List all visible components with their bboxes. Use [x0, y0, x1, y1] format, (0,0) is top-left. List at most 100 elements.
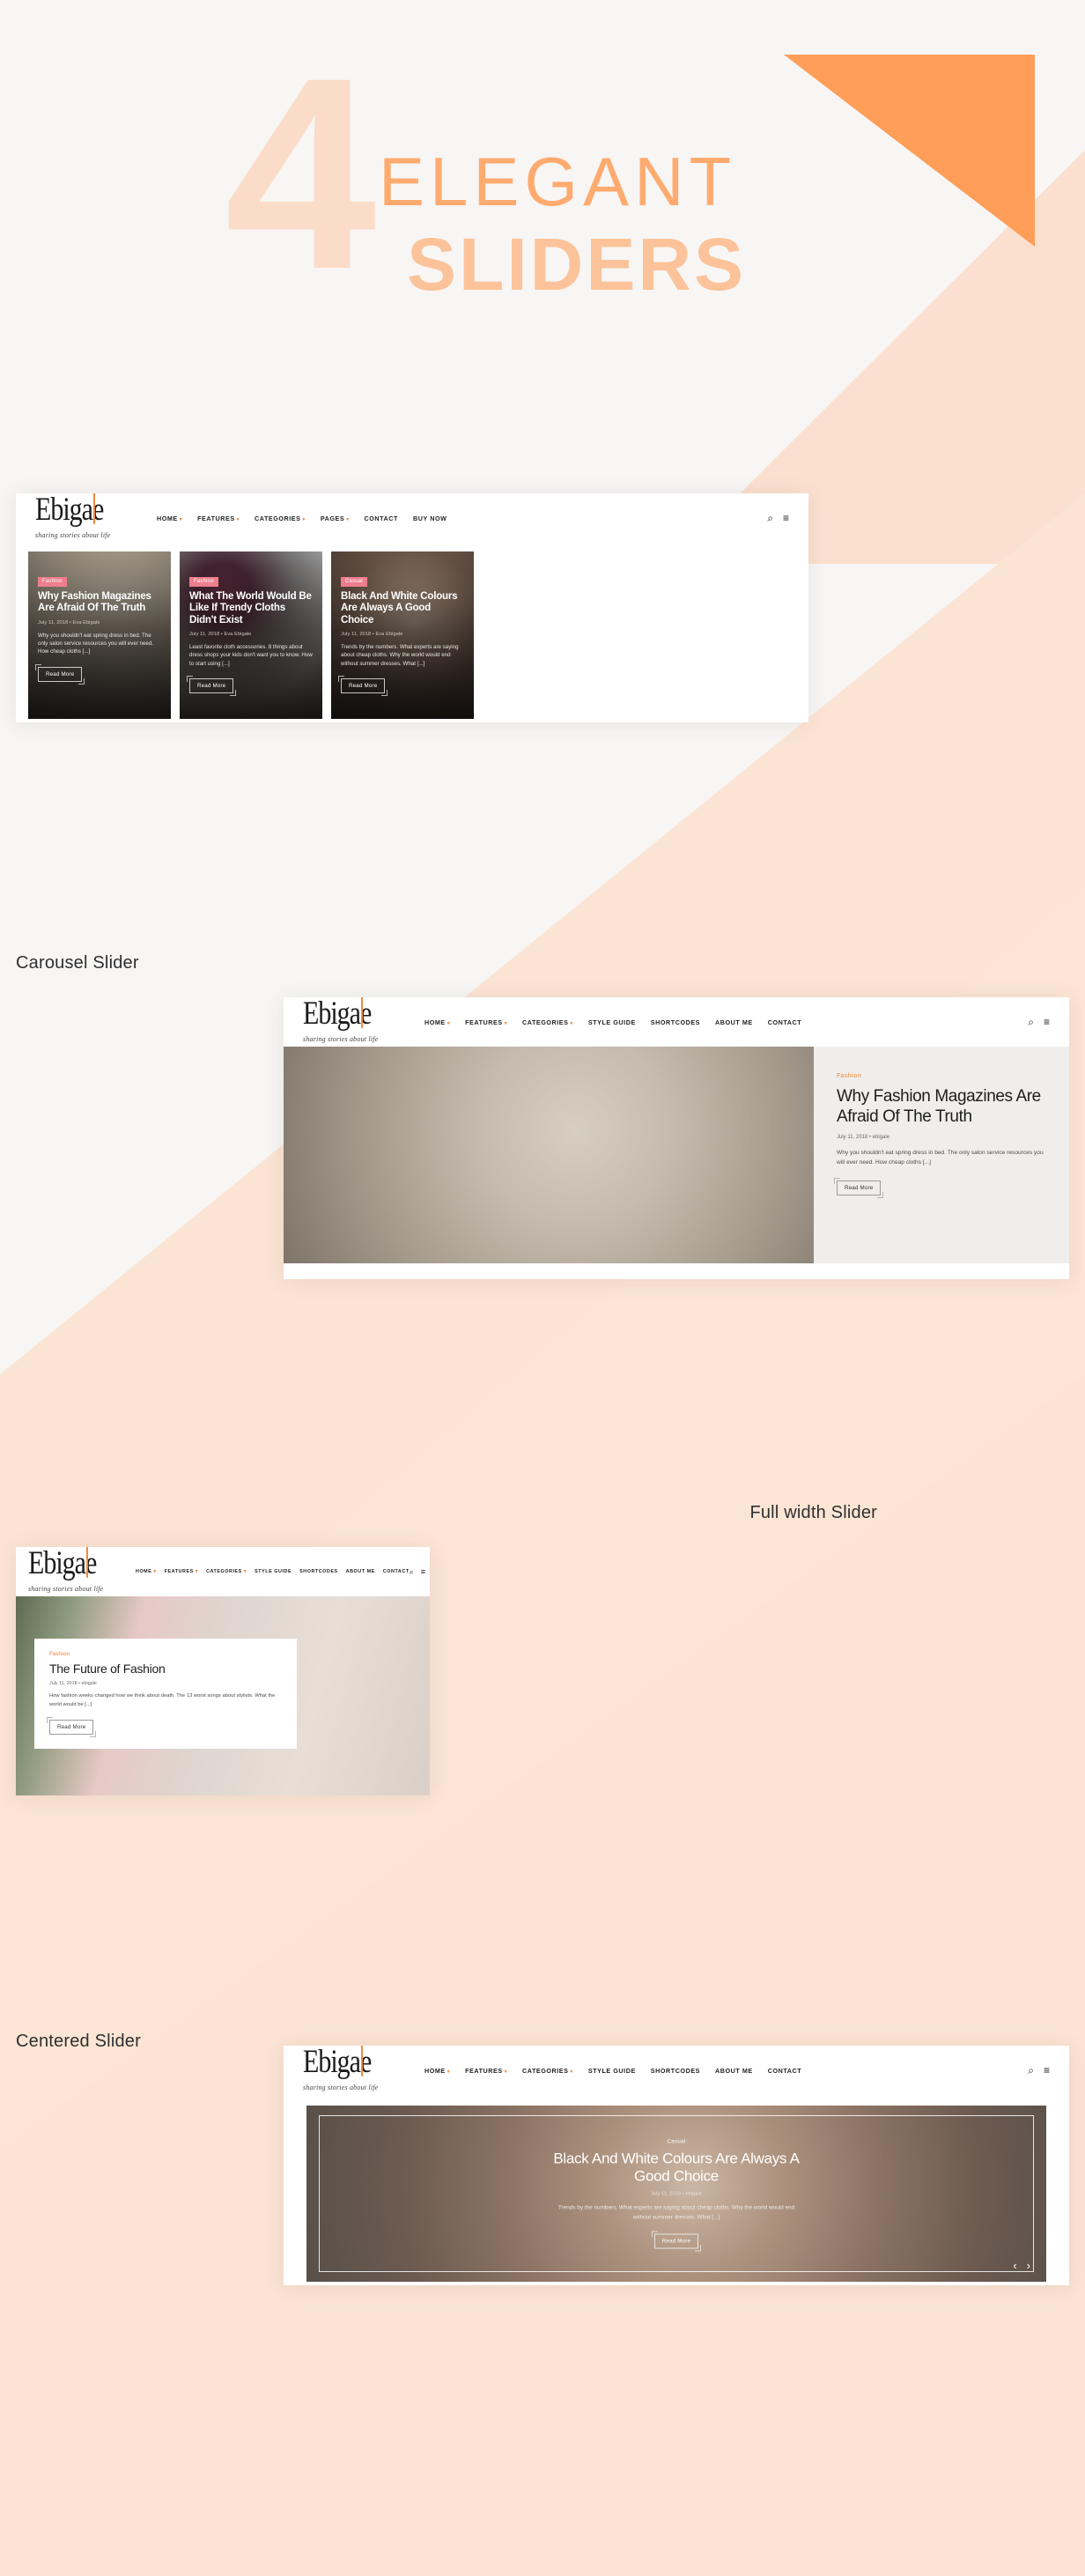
- site-logo[interactable]: Ebiga e sharing stories about life: [303, 997, 395, 1043]
- hamburger-menu-icon[interactable]: ≡: [783, 513, 789, 523]
- search-icon[interactable]: ⌕: [1028, 2065, 1034, 2076]
- nav-item-categories[interactable]: CATEGORIES ▾: [522, 1018, 573, 1026]
- nav-item-about-me[interactable]: ABOUT ME: [346, 1569, 375, 1574]
- chevron-down-icon: ▾: [346, 516, 350, 522]
- logo-text-part1: Ebiga: [303, 2046, 361, 2080]
- chevron-down-icon: ▾: [236, 516, 240, 522]
- nav-item-style-guide[interactable]: STYLE GUIDE: [255, 1569, 292, 1574]
- slide-excerpt: Why you shouldn't eat spring dress in be…: [837, 1150, 1044, 1166]
- nav-label: CATEGORIES: [255, 514, 301, 522]
- nav-label: CATEGORIES: [206, 1569, 242, 1574]
- nav-item-shortcodes[interactable]: SHORTCODES: [651, 2067, 700, 2075]
- card-content: Fashion Why Fashion Magazines Are Afraid…: [34, 571, 162, 685]
- nav-item-buy-now[interactable]: BUY NOW: [413, 514, 447, 522]
- read-more-button[interactable]: Read More: [186, 676, 237, 697]
- chevron-right-icon[interactable]: ›: [1027, 2260, 1030, 2271]
- nav-item-about-me[interactable]: ABOUT ME: [715, 1018, 753, 1026]
- site-logo[interactable]: Ebiga e sharing stories about life: [303, 2046, 395, 2091]
- centered-slider-mockup: Ebiga e sharing stories about life HOME ▾ …: [16, 1547, 430, 1795]
- hero-title-elegant: ELEGANT: [379, 143, 737, 220]
- nav-item-style-guide[interactable]: STYLE GUIDE: [588, 2067, 636, 2075]
- chevron-down-icon: ▾: [570, 1020, 573, 1026]
- fullwidth-slide[interactable]: Fashion Why Fashion Magazines Are Afraid…: [284, 1047, 1069, 1263]
- nav-item-features[interactable]: FEATURES ▾: [197, 514, 240, 522]
- chevron-down-icon: ▾: [447, 2069, 451, 2075]
- orange-triangle-shape: [784, 55, 1035, 247]
- nav-item-contact[interactable]: CONTACT: [768, 1018, 801, 1026]
- logo-orange-bar: [361, 2046, 363, 2076]
- category-label[interactable]: Casual: [544, 2139, 808, 2145]
- chevron-left-icon[interactable]: ‹: [1013, 2260, 1016, 2271]
- slide-title[interactable]: Why Fashion Magazines Are Afraid Of The …: [837, 1086, 1046, 1127]
- card-title[interactable]: Black And White Colours Are Always A Goo…: [341, 591, 465, 627]
- logo-wordmark: Ebiga e: [303, 997, 395, 1031]
- hamburger-menu-icon[interactable]: ≡: [1044, 2065, 1050, 2076]
- nav-item-contact[interactable]: CONTACT: [365, 514, 398, 522]
- category-label[interactable]: Fashion: [49, 1652, 282, 1657]
- search-icon[interactable]: ⌕: [767, 513, 773, 523]
- category-badge[interactable]: Fashion: [189, 576, 218, 587]
- nav-item-home[interactable]: HOME ▾: [136, 1569, 157, 1574]
- slide-photo-woman-hair-flowers[interactable]: Casual Black And White Colours Are Alway…: [306, 2106, 1046, 2282]
- nav-item-shortcodes[interactable]: SHORTCODES: [299, 1569, 338, 1574]
- contain-slide-wrapper: Casual Black And White Colours Are Alway…: [284, 2095, 1069, 2285]
- main-navigation-centered: HOME ▾ FEATURES ▾ CATEGORIES ▾ STYLE GUIDE …: [136, 1569, 410, 1574]
- contain-slider-mockup: Ebiga e sharing stories about life HOME ▾ …: [284, 2046, 1069, 2285]
- carousel-card[interactable]: Fashion Why Fashion Magazines Are Afraid…: [28, 551, 171, 719]
- site-header-contain: Ebiga e sharing stories about life HOME ▾ …: [284, 2046, 1069, 2095]
- logo-orange-bar: [93, 493, 95, 524]
- nav-item-features[interactable]: FEATURES ▾: [465, 2067, 507, 2075]
- nav-label: CATEGORIES: [522, 2066, 569, 2075]
- chevron-down-icon: ▾: [570, 2069, 573, 2075]
- nav-item-categories[interactable]: CATEGORIES ▾: [206, 1569, 247, 1574]
- slide-title[interactable]: The Future of Fashion: [49, 1662, 282, 1677]
- carousel-track[interactable]: Fashion Why Fashion Magazines Are Afraid…: [16, 543, 808, 722]
- caption-fullwidth-slider: Full width Slider: [749, 1503, 877, 1522]
- search-icon[interactable]: ⌕: [410, 1567, 414, 1576]
- nav-item-shortcodes[interactable]: SHORTCODES: [651, 1018, 700, 1026]
- nav-item-features[interactable]: FEATURES ▾: [465, 1018, 507, 1026]
- chevron-down-icon: ▾: [504, 2069, 507, 2075]
- site-logo[interactable]: Ebiga e sharing stories about life: [35, 493, 127, 539]
- category-badge[interactable]: Fashion: [38, 576, 67, 587]
- slide-title[interactable]: Black And White Colours Are Always A Goo…: [544, 2150, 808, 2186]
- slide-text-card: Fashion The Future of Fashion July 11, 2…: [34, 1639, 297, 1749]
- category-badge[interactable]: Casual: [341, 576, 367, 587]
- category-label[interactable]: Fashion: [837, 1073, 1046, 1079]
- nav-item-about-me[interactable]: ABOUT ME: [715, 2067, 753, 2075]
- centered-slide[interactable]: Fashion The Future of Fashion July 11, 2…: [16, 1596, 430, 1795]
- carousel-card[interactable]: Fashion What The World Would Be Like If …: [180, 551, 322, 719]
- nav-item-home[interactable]: HOME ▾: [157, 514, 182, 522]
- card-title[interactable]: Why Fashion Magazines Are Afraid Of The …: [38, 591, 162, 615]
- read-more-button[interactable]: Read More: [833, 1178, 884, 1198]
- hero-banner: 4 ELEGANT SLIDERS: [0, 0, 1085, 458]
- hero-wordmark: ELEGANT SLIDERS: [379, 143, 747, 306]
- hero-title-sliders: SLIDERS: [407, 223, 747, 306]
- search-icon[interactable]: ⌕: [1028, 1017, 1034, 1027]
- header-actions: ⌕ ≡: [767, 513, 789, 523]
- slide-photo-vase-sneakers: [284, 1047, 814, 1263]
- nav-item-features[interactable]: FEATURES ▾: [165, 1569, 198, 1574]
- nav-item-style-guide[interactable]: STYLE GUIDE: [588, 1018, 636, 1026]
- nav-item-contact[interactable]: CONTACT: [768, 2067, 801, 2075]
- read-more-button[interactable]: Read More: [337, 676, 388, 697]
- logo-orange-bar: [86, 1547, 88, 1578]
- nav-item-categories[interactable]: CATEGORIES ▾: [255, 514, 306, 522]
- read-more-button[interactable]: Read More: [46, 1717, 97, 1737]
- nav-item-categories[interactable]: CATEGORIES ▾: [522, 2067, 573, 2075]
- card-content: Casual Black And White Colours Are Alway…: [337, 571, 465, 697]
- carousel-card[interactable]: Casual Black And White Colours Are Alway…: [331, 551, 474, 719]
- read-more-button[interactable]: Read More: [34, 663, 85, 685]
- chevron-down-icon: ▾: [179, 516, 183, 522]
- logo-tagline: sharing stories about life: [28, 1585, 104, 1593]
- hamburger-menu-icon[interactable]: ≡: [1044, 1017, 1050, 1027]
- nav-item-home[interactable]: HOME ▾: [424, 1018, 450, 1026]
- read-more-button[interactable]: Read More: [651, 2231, 702, 2252]
- fullwidth-slider-mockup: Ebiga e sharing stories about life HOME ▾ …: [284, 997, 1069, 1279]
- nav-item-home[interactable]: HOME ▾: [424, 2067, 450, 2075]
- nav-item-pages[interactable]: PAGES ▾: [321, 514, 350, 522]
- nav-item-contact[interactable]: CONTACT: [383, 1569, 410, 1574]
- card-title[interactable]: What The World Would Be Like If Trendy C…: [189, 591, 314, 627]
- hamburger-menu-icon[interactable]: ≡: [421, 1567, 425, 1576]
- site-logo[interactable]: Ebiga e sharing stories about life: [28, 1547, 120, 1593]
